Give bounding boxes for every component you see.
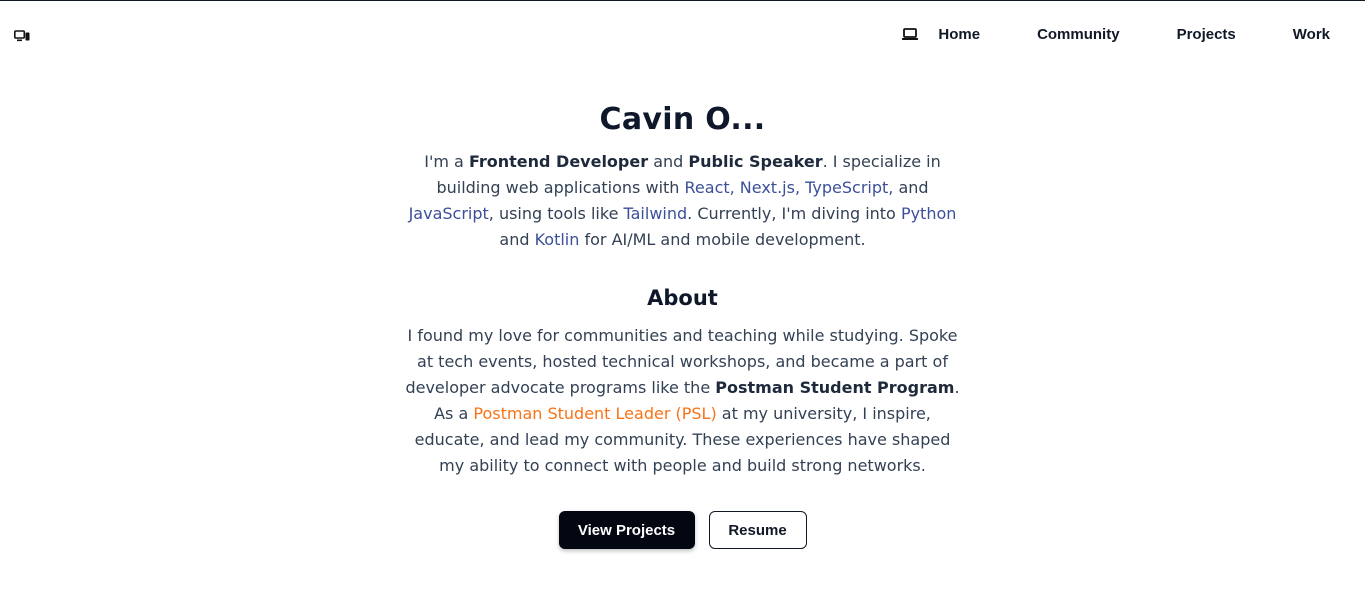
profile-name: Cavin O... (599, 102, 766, 137)
intro-text: and (648, 152, 689, 171)
tech-kotlin: Kotlin (534, 230, 580, 249)
tech-python: Python (900, 204, 957, 223)
nav-link-work[interactable]: Work (1293, 26, 1330, 43)
role-speaker: Public Speaker (688, 152, 823, 171)
intro-text: and (499, 230, 535, 249)
postman-program: Postman Student Program (715, 378, 955, 397)
nav-link-home[interactable]: Home (938, 26, 980, 43)
tech-react-next-ts: React, Next.js, TypeScript, (684, 178, 894, 197)
cta-buttons: View Projects Resume (0, 511, 1365, 549)
role-frontend: Frontend Developer (468, 152, 649, 171)
tech-javascript: JavaScript (408, 204, 489, 223)
intro-paragraph: I'm a Frontend Developer and Public Spea… (403, 149, 963, 253)
laptop-icon[interactable] (902, 27, 919, 41)
tech-tailwind: Tailwind (623, 204, 688, 223)
about-heading: About (647, 286, 718, 310)
psl-link[interactable]: Postman Student Leader (PSL) (473, 404, 716, 423)
nav-link-community[interactable]: Community (1037, 26, 1120, 43)
about-paragraph: I found my love for communities and teac… (403, 323, 963, 479)
view-projects-button[interactable]: View Projects (558, 511, 695, 549)
monitor-phone-icon[interactable] (14, 27, 30, 42)
intro-text: . Currently, I'm diving into (687, 204, 901, 223)
hero-section: Cavin O... I'm a Frontend Developer and … (0, 97, 1365, 549)
resume-button[interactable]: Resume (708, 511, 807, 549)
navbar: Home Community Projects Work (0, 1, 1365, 65)
nav-links: Home Community Projects Work (902, 24, 1330, 44)
intro-text: and (893, 178, 929, 197)
intro-text: , using tools like (488, 204, 624, 223)
intro-text: I'm a (424, 152, 469, 171)
intro-text: for AI/ML and mobile development. (579, 230, 866, 249)
nav-link-projects[interactable]: Projects (1177, 26, 1236, 43)
